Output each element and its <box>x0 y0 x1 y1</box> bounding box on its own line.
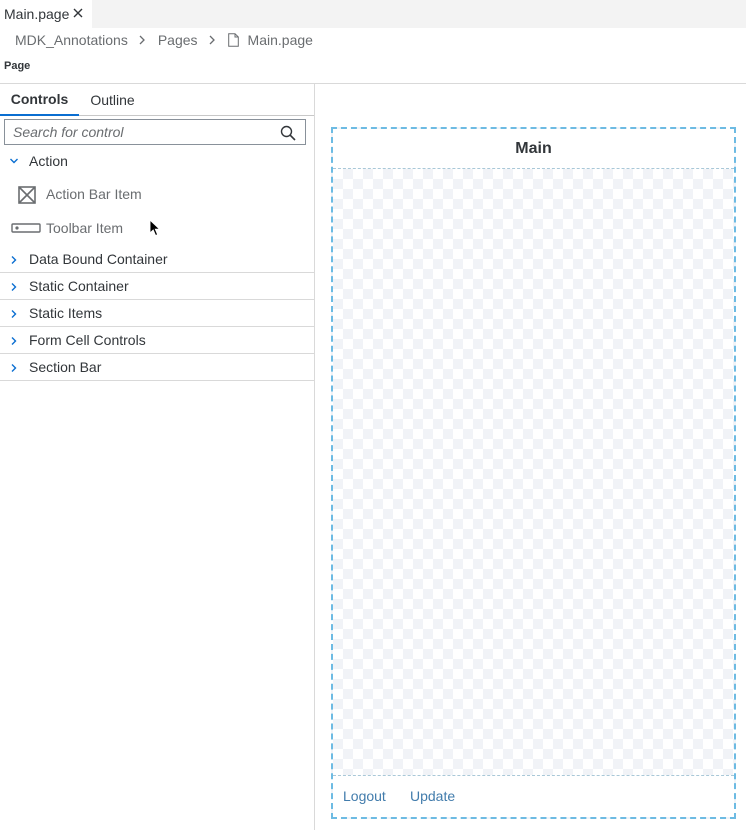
action-bar-item-icon <box>18 186 36 204</box>
group-static-items[interactable]: Static Items <box>0 300 314 327</box>
close-icon[interactable] <box>71 6 85 20</box>
breadcrumb-item-pages[interactable]: Pages <box>158 32 198 48</box>
chevron-right-icon <box>139 35 145 45</box>
panel-tab-bar: Controls Outline <box>0 84 314 116</box>
group-label: Section Bar <box>29 359 102 375</box>
group-label: Static Items <box>29 305 103 321</box>
group-label: Form Cell Controls <box>29 332 146 348</box>
toolbar-item-icon <box>11 223 41 233</box>
control-label: Toolbar Item <box>46 220 124 236</box>
editor-tab-bar: Main.page <box>0 0 746 28</box>
group-label: Data Bound Container <box>29 251 168 267</box>
chevron-right-icon <box>209 35 215 45</box>
chevron-down-icon <box>10 158 18 164</box>
chevron-right-icon <box>11 256 17 264</box>
page-header[interactable]: Main <box>333 129 734 169</box>
group-static-container[interactable]: Static Container <box>0 273 314 300</box>
search-box <box>4 119 306 145</box>
page-title: Main <box>515 139 552 157</box>
group-action[interactable]: Action <box>0 147 314 174</box>
page-toolbar[interactable]: Logout Update <box>333 775 734 817</box>
page-canvas[interactable]: Main Logout Update <box>331 127 736 819</box>
editor-tab-main-page[interactable]: Main.page <box>0 0 92 28</box>
tab-outline[interactable]: Outline <box>79 84 146 116</box>
page-type-label: Page <box>4 60 31 72</box>
toolbar-item-logout[interactable]: Logout <box>343 788 386 804</box>
file-icon <box>227 33 239 47</box>
chevron-right-icon <box>11 310 17 318</box>
breadcrumb: MDK_Annotations Pages Main.page <box>15 31 313 49</box>
control-label: Action Bar Item <box>46 186 142 202</box>
breadcrumb-item-project[interactable]: MDK_Annotations <box>15 32 128 48</box>
search-icon[interactable] <box>280 125 296 141</box>
group-form-cell-controls[interactable]: Form Cell Controls <box>0 327 314 354</box>
chevron-right-icon <box>11 364 17 372</box>
controls-panel: Controls Outline Action Action Bar Item … <box>0 84 315 830</box>
group-data-bound-container[interactable]: Data Bound Container <box>0 246 314 273</box>
chevron-right-icon <box>11 283 17 291</box>
chevron-right-icon <box>11 337 17 345</box>
control-action-bar-item[interactable]: Action Bar Item <box>0 178 314 210</box>
toolbar-item-update[interactable]: Update <box>410 788 455 804</box>
search-input[interactable] <box>13 124 273 140</box>
group-section-bar[interactable]: Section Bar <box>0 354 314 381</box>
breadcrumb-item-file[interactable]: Main.page <box>248 32 313 48</box>
group-label: Static Container <box>29 278 129 294</box>
tab-controls[interactable]: Controls <box>0 84 79 116</box>
group-label: Action <box>29 152 68 169</box>
tab-label: Main.page <box>4 6 70 22</box>
mouse-cursor-icon <box>149 219 161 237</box>
